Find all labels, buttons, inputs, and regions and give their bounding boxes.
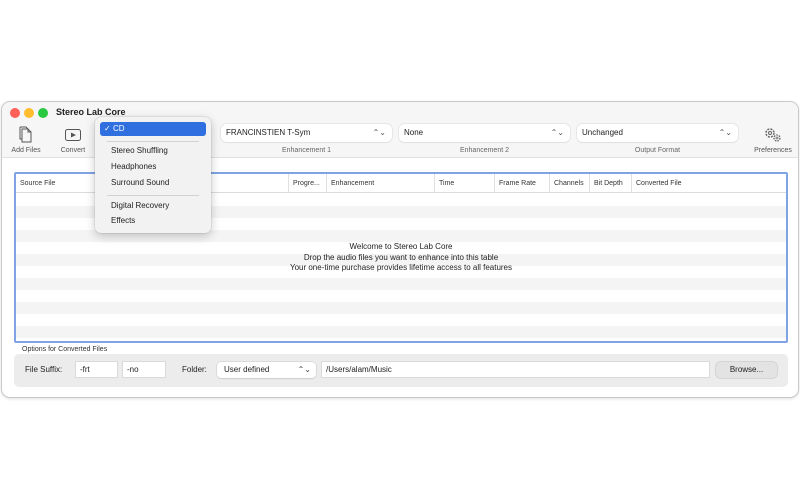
browse-button[interactable]: Browse...	[716, 362, 777, 378]
welcome-line-purchase: Your one-time purchase provides lifetime…	[289, 263, 513, 272]
enhancement2-value: None	[404, 128, 424, 137]
updown-chevron-icon: ⌃⌄	[718, 128, 732, 137]
zoom-window-button[interactable]	[38, 108, 48, 118]
menu-item-cd-label: CD	[112, 124, 125, 133]
enhancement1-label: Enhancement 1	[281, 147, 332, 154]
play-icon	[65, 129, 81, 141]
enhancement2-label: Enhancement 2	[459, 147, 510, 154]
minimize-window-button[interactable]	[24, 108, 34, 118]
suffix-field-1[interactable]: -frt	[75, 361, 118, 378]
column-frame-rate[interactable]: Frame Rate	[494, 174, 549, 193]
output-format-popup[interactable]: Unchanged ⌃⌄	[577, 124, 738, 142]
table-row-stripe	[16, 278, 786, 290]
gears-icon	[765, 128, 781, 142]
menu-item-headphones[interactable]: Headphones	[100, 160, 206, 174]
table-row-stripe	[16, 302, 786, 314]
convert-button[interactable]: Convert	[53, 126, 93, 154]
enhancement2-popup[interactable]: None ⌃⌄	[399, 124, 570, 142]
output-format-value: Unchanged	[582, 128, 623, 137]
folder-label: Folder:	[182, 365, 207, 374]
folder-select-value: User defined	[224, 365, 270, 374]
welcome-title: Welcome to Stereo Lab Core	[349, 242, 453, 251]
column-enhancement[interactable]: Enhancement	[326, 174, 434, 193]
convert-label: Convert	[60, 147, 86, 154]
enhancement-dropdown-menu: ✓ CD Stereo Shuffling Headphones Surroun…	[95, 117, 211, 233]
menu-separator	[107, 195, 199, 196]
menu-item-effects[interactable]: Effects	[100, 214, 206, 228]
enhancement1-popup[interactable]: FRANCINSTIEN T-Sym ⌃⌄	[221, 124, 392, 142]
enhancement1-value: FRANCINSTIEN T-Sym	[226, 128, 311, 137]
preferences-button[interactable]: Preferences	[751, 126, 795, 154]
welcome-line-drop: Drop the audio files you want to enhance…	[303, 252, 499, 262]
column-converted-file[interactable]: Converted File	[631, 174, 786, 193]
column-bit-depth[interactable]: Bit Depth	[589, 174, 631, 193]
close-window-button[interactable]	[10, 108, 20, 118]
output-format-label: Output Format	[634, 147, 681, 154]
folder-select[interactable]: User defined ⌃⌄	[217, 362, 316, 378]
menu-item-stereo-shuffling[interactable]: Stereo Shuffling	[100, 144, 206, 158]
menu-item-digital-recovery[interactable]: Digital Recovery	[100, 199, 206, 213]
window-title: Stereo Lab Core	[56, 107, 126, 117]
welcome-message: Welcome to Stereo Lab Core Drop the audi…	[16, 242, 786, 274]
add-files-label: Add Files	[11, 147, 41, 154]
updown-chevron-icon: ⌃⌄	[372, 128, 386, 137]
add-files-button[interactable]: Add Files	[6, 126, 46, 154]
add-files-icon	[19, 126, 32, 143]
menu-item-surround-sound[interactable]: Surround Sound	[100, 176, 206, 190]
updown-chevron-icon: ⌃⌄	[550, 128, 564, 137]
column-channels[interactable]: Channels	[549, 174, 589, 193]
menu-separator	[107, 141, 199, 142]
column-progress[interactable]: Progre...	[288, 174, 326, 193]
suffix-field-2[interactable]: -no	[122, 361, 166, 378]
preferences-label: Preferences	[754, 147, 792, 154]
menu-item-cd[interactable]: ✓ CD	[100, 122, 206, 136]
table-row-stripe	[16, 326, 786, 338]
folder-path-field[interactable]: /Users/alam/Music	[321, 361, 710, 378]
file-suffix-label: File Suffix:	[25, 365, 63, 374]
options-section-title: Options for Converted Files	[22, 346, 108, 353]
updown-chevron-icon: ⌃⌄	[297, 365, 311, 374]
column-time[interactable]: Time	[434, 174, 494, 193]
checkmark-icon: ✓	[104, 124, 111, 133]
